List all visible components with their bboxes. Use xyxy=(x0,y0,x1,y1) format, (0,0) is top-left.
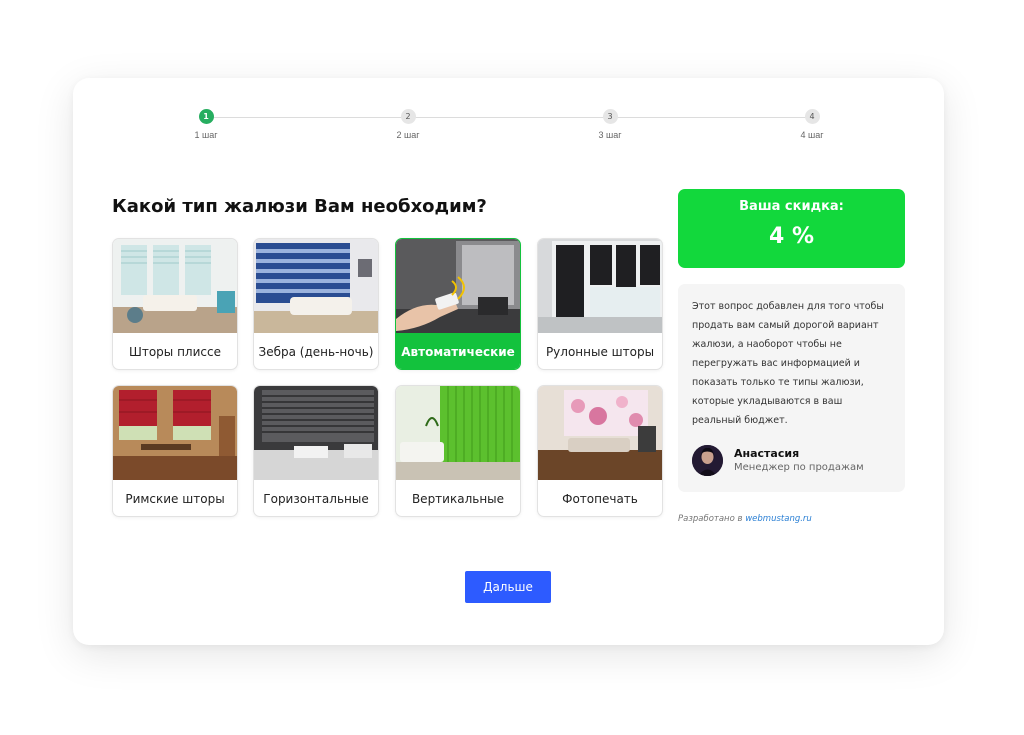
option-zebra-blinds[interactable]: Зебра (день-ночь) xyxy=(253,238,379,370)
pleated-blinds-image xyxy=(113,239,237,333)
roller-blinds-image xyxy=(538,239,662,333)
next-button[interactable]: Дальше xyxy=(465,571,551,603)
question-title: Какой тип жалюзи Вам необходим? xyxy=(112,196,487,217)
zebra-blinds-image xyxy=(254,239,378,333)
horizontal-blinds-image xyxy=(254,386,378,480)
step-progress: 1 1 шаг 2 2 шаг 3 3 шаг 4 4 шаг xyxy=(73,78,944,158)
developer-link[interactable]: webmustang.ru xyxy=(745,514,812,524)
option-label: Горизонтальные xyxy=(263,492,369,506)
step-2[interactable]: 2 2 шаг xyxy=(378,109,438,140)
step-label: 3 шаг xyxy=(598,130,622,140)
option-roller-blinds[interactable]: Рулонные шторы xyxy=(537,238,663,370)
step-label: 2 шаг xyxy=(396,130,420,140)
manager-role: Менеджер по продажам xyxy=(734,462,864,473)
step-label: 1 шаг xyxy=(194,130,218,140)
discount-value: 4 % xyxy=(768,224,814,249)
option-label: Шторы плиссе xyxy=(129,345,221,359)
vertical-blinds-image xyxy=(396,386,520,480)
manager-name: Анастасия xyxy=(734,447,800,460)
option-pleated-blinds[interactable]: Шторы плиссе xyxy=(112,238,238,370)
step-1[interactable]: 1 1 шаг xyxy=(176,109,236,140)
avatar xyxy=(692,445,723,476)
developer-credit-prefix: Разработано в xyxy=(678,514,743,524)
photo-print-blinds-image xyxy=(538,386,662,480)
step-number: 1 xyxy=(198,109,214,124)
option-label: Вертикальные xyxy=(411,492,505,506)
info-text: Этот вопрос добавлен для того чтобы прод… xyxy=(692,301,884,426)
option-label: Зебра (день-ночь) xyxy=(258,345,374,359)
step-number: 2 xyxy=(400,109,416,124)
option-label: Рулонные шторы xyxy=(545,345,655,359)
info-panel: Этот вопрос добавлен для того чтобы прод… xyxy=(678,284,905,492)
developer-credit: Разработано в webmustang.ru xyxy=(678,514,812,524)
step-number: 4 xyxy=(804,109,820,124)
step-3[interactable]: 3 3 шаг xyxy=(580,109,640,140)
step-label: 4 шаг xyxy=(800,130,824,140)
roman-blinds-image xyxy=(113,386,237,480)
option-label: Фотопечать xyxy=(562,492,638,506)
option-vertical-blinds[interactable]: Вертикальные xyxy=(395,385,521,517)
discount-panel: Ваша скидка: 4 % xyxy=(678,189,905,268)
option-horizontal-blinds[interactable]: Горизонтальные xyxy=(253,385,379,517)
option-automatic-blinds[interactable]: Автоматические xyxy=(395,238,521,370)
manager-block: Анастасия Менеджер по продажам xyxy=(692,445,892,477)
option-roman-blinds[interactable]: Римские шторы xyxy=(112,385,238,517)
option-photo-print-blinds[interactable]: Фотопечать xyxy=(537,385,663,517)
automatic-blinds-image xyxy=(396,239,520,333)
option-label: Автоматические xyxy=(396,333,520,369)
quiz-card: 1 1 шаг 2 2 шаг 3 3 шаг 4 4 шаг Какой ти… xyxy=(73,78,944,645)
option-label: Римские шторы xyxy=(125,492,225,506)
step-4[interactable]: 4 4 шаг xyxy=(782,109,842,140)
discount-title: Ваша скидка: xyxy=(739,199,844,214)
step-number: 3 xyxy=(602,109,618,124)
